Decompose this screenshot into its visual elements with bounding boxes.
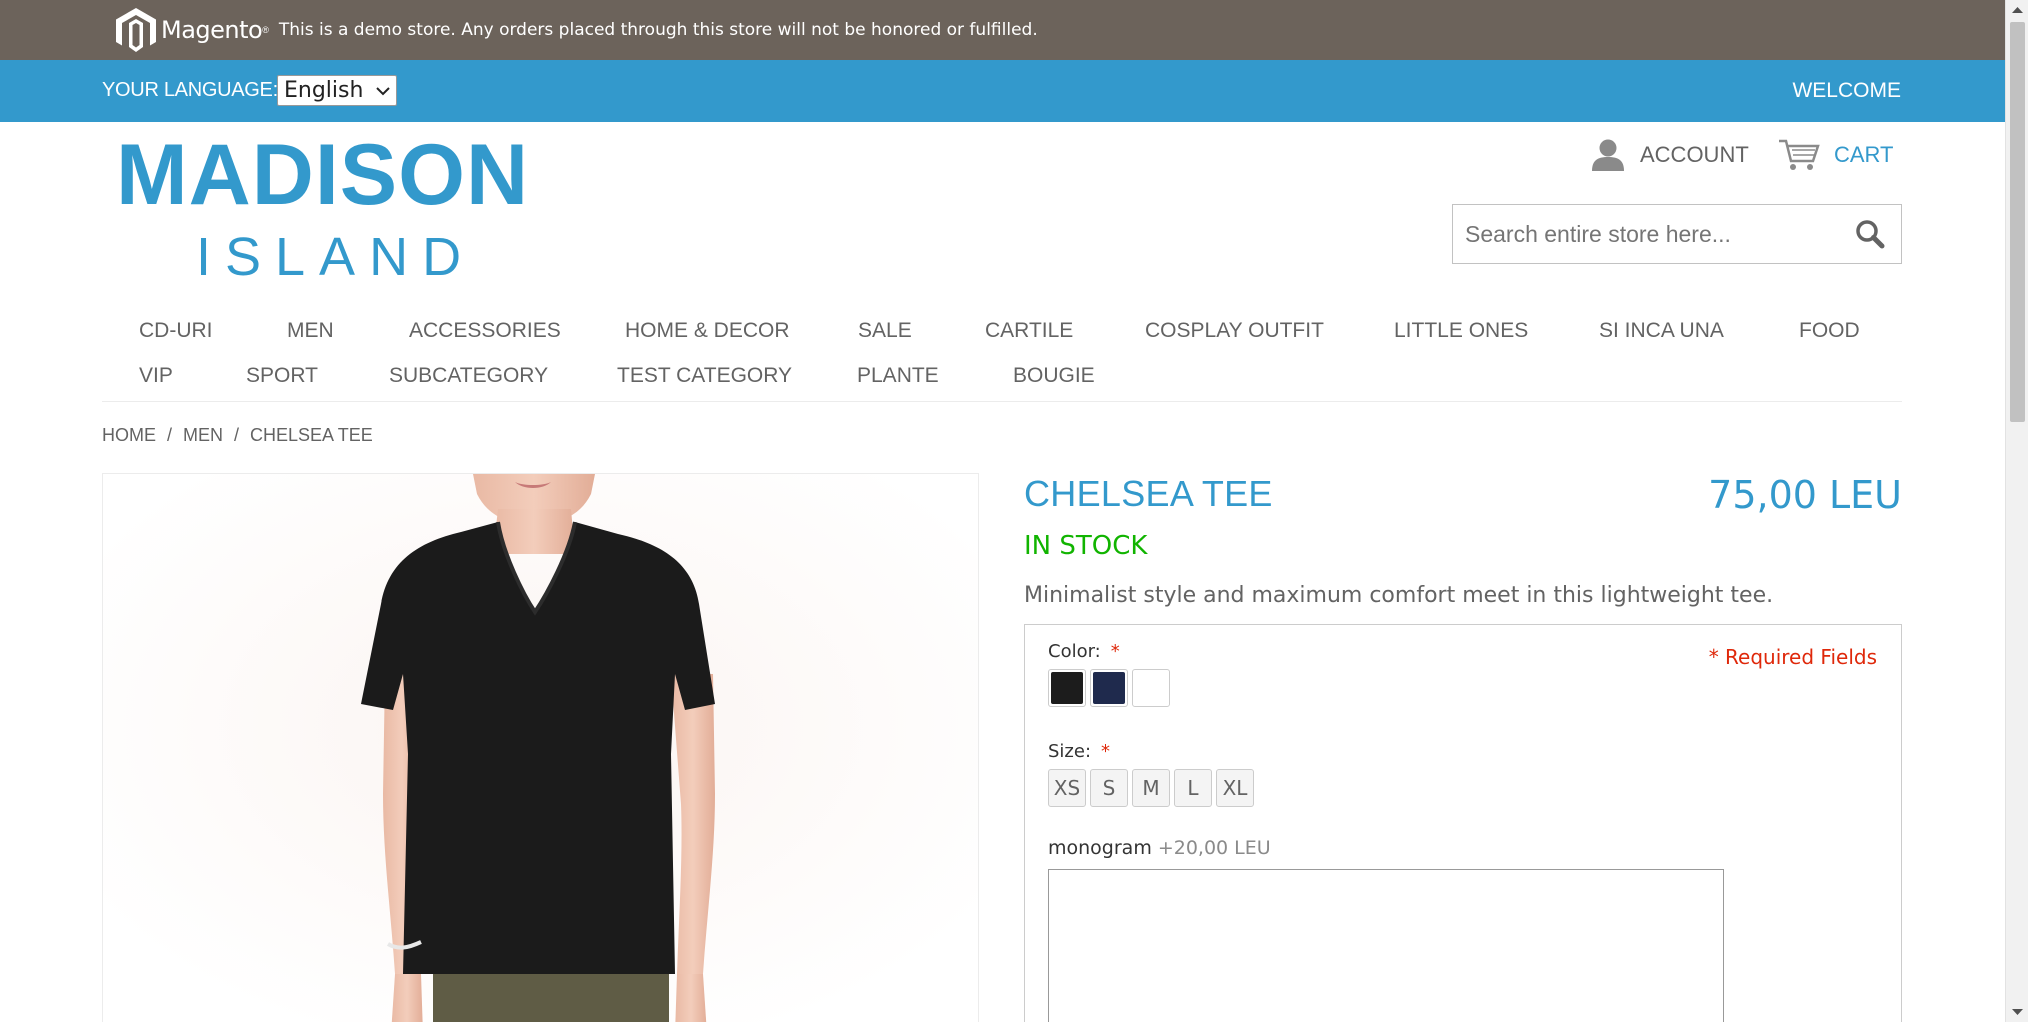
monogram-textarea[interactable]	[1048, 869, 1724, 1022]
product-options: * Required Fields Color: * Size: * XS S M …	[1024, 624, 1902, 1022]
product-price: 75,00 LEU	[1708, 473, 1902, 517]
breadcrumb-men[interactable]: MEN	[183, 425, 223, 446]
nav-item-accessories[interactable]: ACCESSORIES	[409, 319, 561, 343]
magento-wordmark: Magento	[161, 16, 263, 44]
page-scrollbar[interactable]	[2005, 0, 2028, 1022]
account-link[interactable]: ACCOUNT	[1590, 138, 1749, 172]
nav-item-plante[interactable]: PLANTE	[857, 364, 939, 388]
nav-item-men[interactable]: MEN	[287, 319, 334, 343]
nav-item-subcategory[interactable]: SUBCATEGORY	[389, 364, 548, 388]
nav-item-sale[interactable]: SALE	[858, 319, 912, 343]
nav-item-little-ones[interactable]: LITTLE ONES	[1394, 319, 1528, 343]
breadcrumb-separator: /	[234, 425, 240, 445]
nav-item-food[interactable]: FOOD	[1799, 319, 1860, 343]
magento-logo-icon	[116, 8, 156, 52]
size-label-text: Size:	[1048, 741, 1092, 762]
size-label: Size: *	[1048, 741, 1110, 762]
main-navigation: CD-URI MEN ACCESSORIES HOME & DECOR SALE…	[102, 310, 1902, 402]
demo-notice-bar: Magento ® This is a demo store. Any order…	[0, 0, 2005, 60]
magento-logo: Magento ®	[115, 7, 269, 53]
product-photo	[103, 474, 978, 1022]
nav-item-sport[interactable]: SPORT	[246, 364, 318, 388]
cart-label: CART	[1834, 142, 1894, 167]
size-swatch-s[interactable]: S	[1090, 769, 1128, 807]
demo-notice-text: This is a demo store. Any orders placed …	[278, 20, 1038, 40]
color-swatches	[1048, 669, 1170, 707]
account-label: ACCOUNT	[1640, 142, 1749, 167]
nav-item-cd-uri[interactable]: CD-URI	[139, 319, 213, 343]
search-button[interactable]	[1855, 219, 1885, 254]
nav-item-bougie[interactable]: BOUGIE	[1013, 364, 1095, 388]
color-swatch-navy[interactable]	[1090, 669, 1128, 707]
logo-main-text: MADISON	[116, 127, 530, 223]
product-main-image[interactable]	[102, 473, 979, 1022]
product-short-description: Minimalist style and maximum comfort mee…	[1024, 583, 1774, 608]
required-fields-note: * Required Fields	[1708, 645, 1877, 669]
account-icon	[1592, 139, 1624, 171]
size-swatch-m[interactable]: M	[1132, 769, 1170, 807]
product-name: CHELSEA TEE	[1024, 473, 1273, 514]
nav-item-home-decor[interactable]: HOME & DECOR	[625, 319, 790, 343]
logo-sub-text: ISLAND	[196, 227, 476, 287]
color-label: Color: *	[1048, 641, 1120, 662]
color-swatch-black[interactable]	[1048, 669, 1086, 707]
size-swatch-l[interactable]: L	[1174, 769, 1212, 807]
cart-link[interactable]: CART	[1778, 138, 1894, 172]
page: Magento ® This is a demo store. Any order…	[0, 0, 2028, 1022]
nav-item-si-inca-una[interactable]: SI INCA UNA	[1599, 319, 1724, 343]
size-swatch-xl[interactable]: XL	[1216, 769, 1254, 807]
scroll-up-icon[interactable]	[2012, 6, 2023, 14]
language-label: YOUR LANGUAGE:	[102, 79, 278, 101]
nav-item-cosplay-outfit[interactable]: COSPLAY OUTFIT	[1145, 319, 1324, 343]
required-star: *	[1110, 641, 1120, 662]
color-label-text: Color:	[1048, 641, 1101, 662]
store-logo[interactable]: MADISON ISLAND	[116, 127, 530, 286]
cart-icon	[1779, 139, 1820, 170]
breadcrumb-current: CHELSEA TEE	[250, 425, 373, 445]
required-star: *	[1101, 741, 1111, 762]
stock-status: IN STOCK	[1024, 531, 1148, 561]
language-bar: YOUR LANGUAGE: English WELCOME	[0, 60, 2005, 122]
monogram-label-text: monogram	[1048, 837, 1152, 859]
color-fill-black	[1051, 672, 1083, 704]
breadcrumb-home[interactable]: HOME	[102, 425, 156, 446]
nav-item-cartile[interactable]: CARTILE	[985, 319, 1073, 343]
language-select[interactable]: English	[277, 75, 397, 106]
size-swatches: XS S M L XL	[1048, 769, 1254, 807]
breadcrumb: HOME / MEN / CHELSEA TEE	[102, 425, 373, 446]
scroll-down-icon[interactable]	[2012, 1008, 2023, 1016]
scrollbar-thumb[interactable]	[2010, 22, 2025, 422]
search-box	[1452, 204, 1902, 264]
size-swatch-xs[interactable]: XS	[1048, 769, 1086, 807]
color-fill-navy	[1093, 672, 1125, 704]
chevron-down-icon	[376, 86, 390, 95]
language-selected-value: English	[284, 78, 364, 103]
search-input[interactable]	[1465, 221, 1825, 248]
nav-item-test-category[interactable]: TEST CATEGORY	[617, 364, 792, 388]
welcome-message: WELCOME	[1792, 79, 1901, 102]
search-icon	[1856, 220, 1885, 249]
monogram-label: monogram +20,00 LEU	[1048, 837, 1271, 859]
monogram-extra-price: +20,00 LEU	[1157, 837, 1271, 859]
color-fill-white	[1135, 672, 1167, 704]
color-swatch-white[interactable]	[1132, 669, 1170, 707]
breadcrumb-separator: /	[167, 425, 173, 445]
nav-item-vip[interactable]: VIP	[139, 364, 173, 388]
